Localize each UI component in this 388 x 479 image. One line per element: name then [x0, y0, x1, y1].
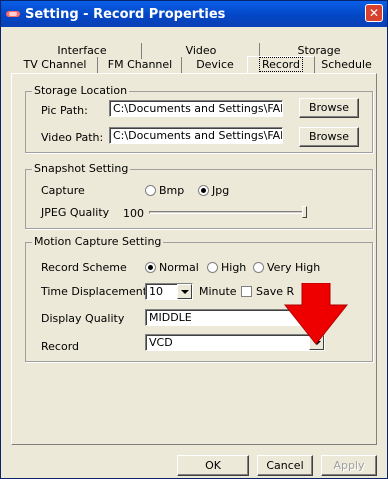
- tab-schedule[interactable]: Schedule: [314, 57, 378, 73]
- tab-device[interactable]: Device: [181, 57, 248, 73]
- video-path-label: Video Path:: [41, 131, 104, 144]
- display-quality-label: Display Quality: [41, 312, 125, 325]
- scheme-normal-label: Normal: [159, 261, 199, 274]
- ok-button[interactable]: OK: [177, 455, 249, 476]
- jpeg-quality-slider-thumb[interactable]: [302, 206, 307, 218]
- tab-record[interactable]: Record: [247, 56, 315, 74]
- close-button[interactable]: ✕: [365, 4, 383, 22]
- pic-path-label: Pic Path:: [41, 104, 88, 117]
- apply-button[interactable]: Apply: [321, 455, 377, 476]
- video-path-field[interactable]: C:\Documents and Settings\FAE\My Do: [109, 127, 283, 144]
- motion-capture-title: Motion Capture Setting: [32, 235, 164, 248]
- storage-location-title: Storage Location: [32, 84, 130, 97]
- window-title: Setting - Record Properties: [25, 7, 226, 22]
- jpeg-quality-value: 100: [123, 207, 144, 220]
- capture-bmp-radio[interactable]: [145, 185, 156, 196]
- scheme-very-high-radio[interactable]: [253, 262, 264, 273]
- tab-fm-channel[interactable]: FM Channel: [97, 57, 182, 73]
- time-unit-label: Minute: [199, 285, 237, 298]
- title-bar[interactable]: Setting - Record Properties ✕: [1, 1, 387, 27]
- capture-jpg-radio[interactable]: [198, 185, 209, 196]
- tab-record-label: Record: [258, 57, 304, 72]
- jpeg-quality-label: JPEG Quality: [41, 206, 110, 219]
- capture-label: Capture: [41, 184, 85, 197]
- red-pointer-arrow-icon: [284, 283, 348, 345]
- scheme-very-high-label: Very High: [267, 261, 321, 274]
- capture-bmp-label: Bmp: [159, 184, 185, 197]
- video-path-browse-button[interactable]: Browse: [299, 127, 359, 147]
- tab-tv-channel[interactable]: TV Channel: [13, 57, 97, 73]
- time-displacement-label: Time Displacement: [41, 285, 148, 298]
- save-record-checkbox[interactable]: [241, 286, 252, 297]
- record-format-label: Record: [41, 340, 80, 353]
- cancel-button[interactable]: Cancel: [257, 455, 313, 476]
- record-scheme-label: Record Scheme: [41, 261, 127, 274]
- snapshot-setting-title: Snapshot Setting: [32, 162, 131, 175]
- scheme-high-label: High: [221, 261, 247, 274]
- app-icon: [6, 11, 20, 17]
- time-displacement-dropdown-button[interactable]: [177, 284, 192, 299]
- scheme-high-radio[interactable]: [207, 262, 218, 273]
- jpeg-quality-slider-track[interactable]: [149, 211, 307, 214]
- record-properties-dialog: Setting - Record Properties ✕ Interface …: [0, 0, 388, 479]
- snapshot-setting-group: Snapshot Setting: [25, 162, 373, 229]
- pic-path-field[interactable]: C:\Documents and Settings\FAE\My Do: [109, 100, 283, 117]
- pic-path-browse-button[interactable]: Browse: [299, 98, 359, 118]
- capture-jpg-label: Jpg: [212, 184, 230, 197]
- scheme-normal-radio[interactable]: [145, 262, 156, 273]
